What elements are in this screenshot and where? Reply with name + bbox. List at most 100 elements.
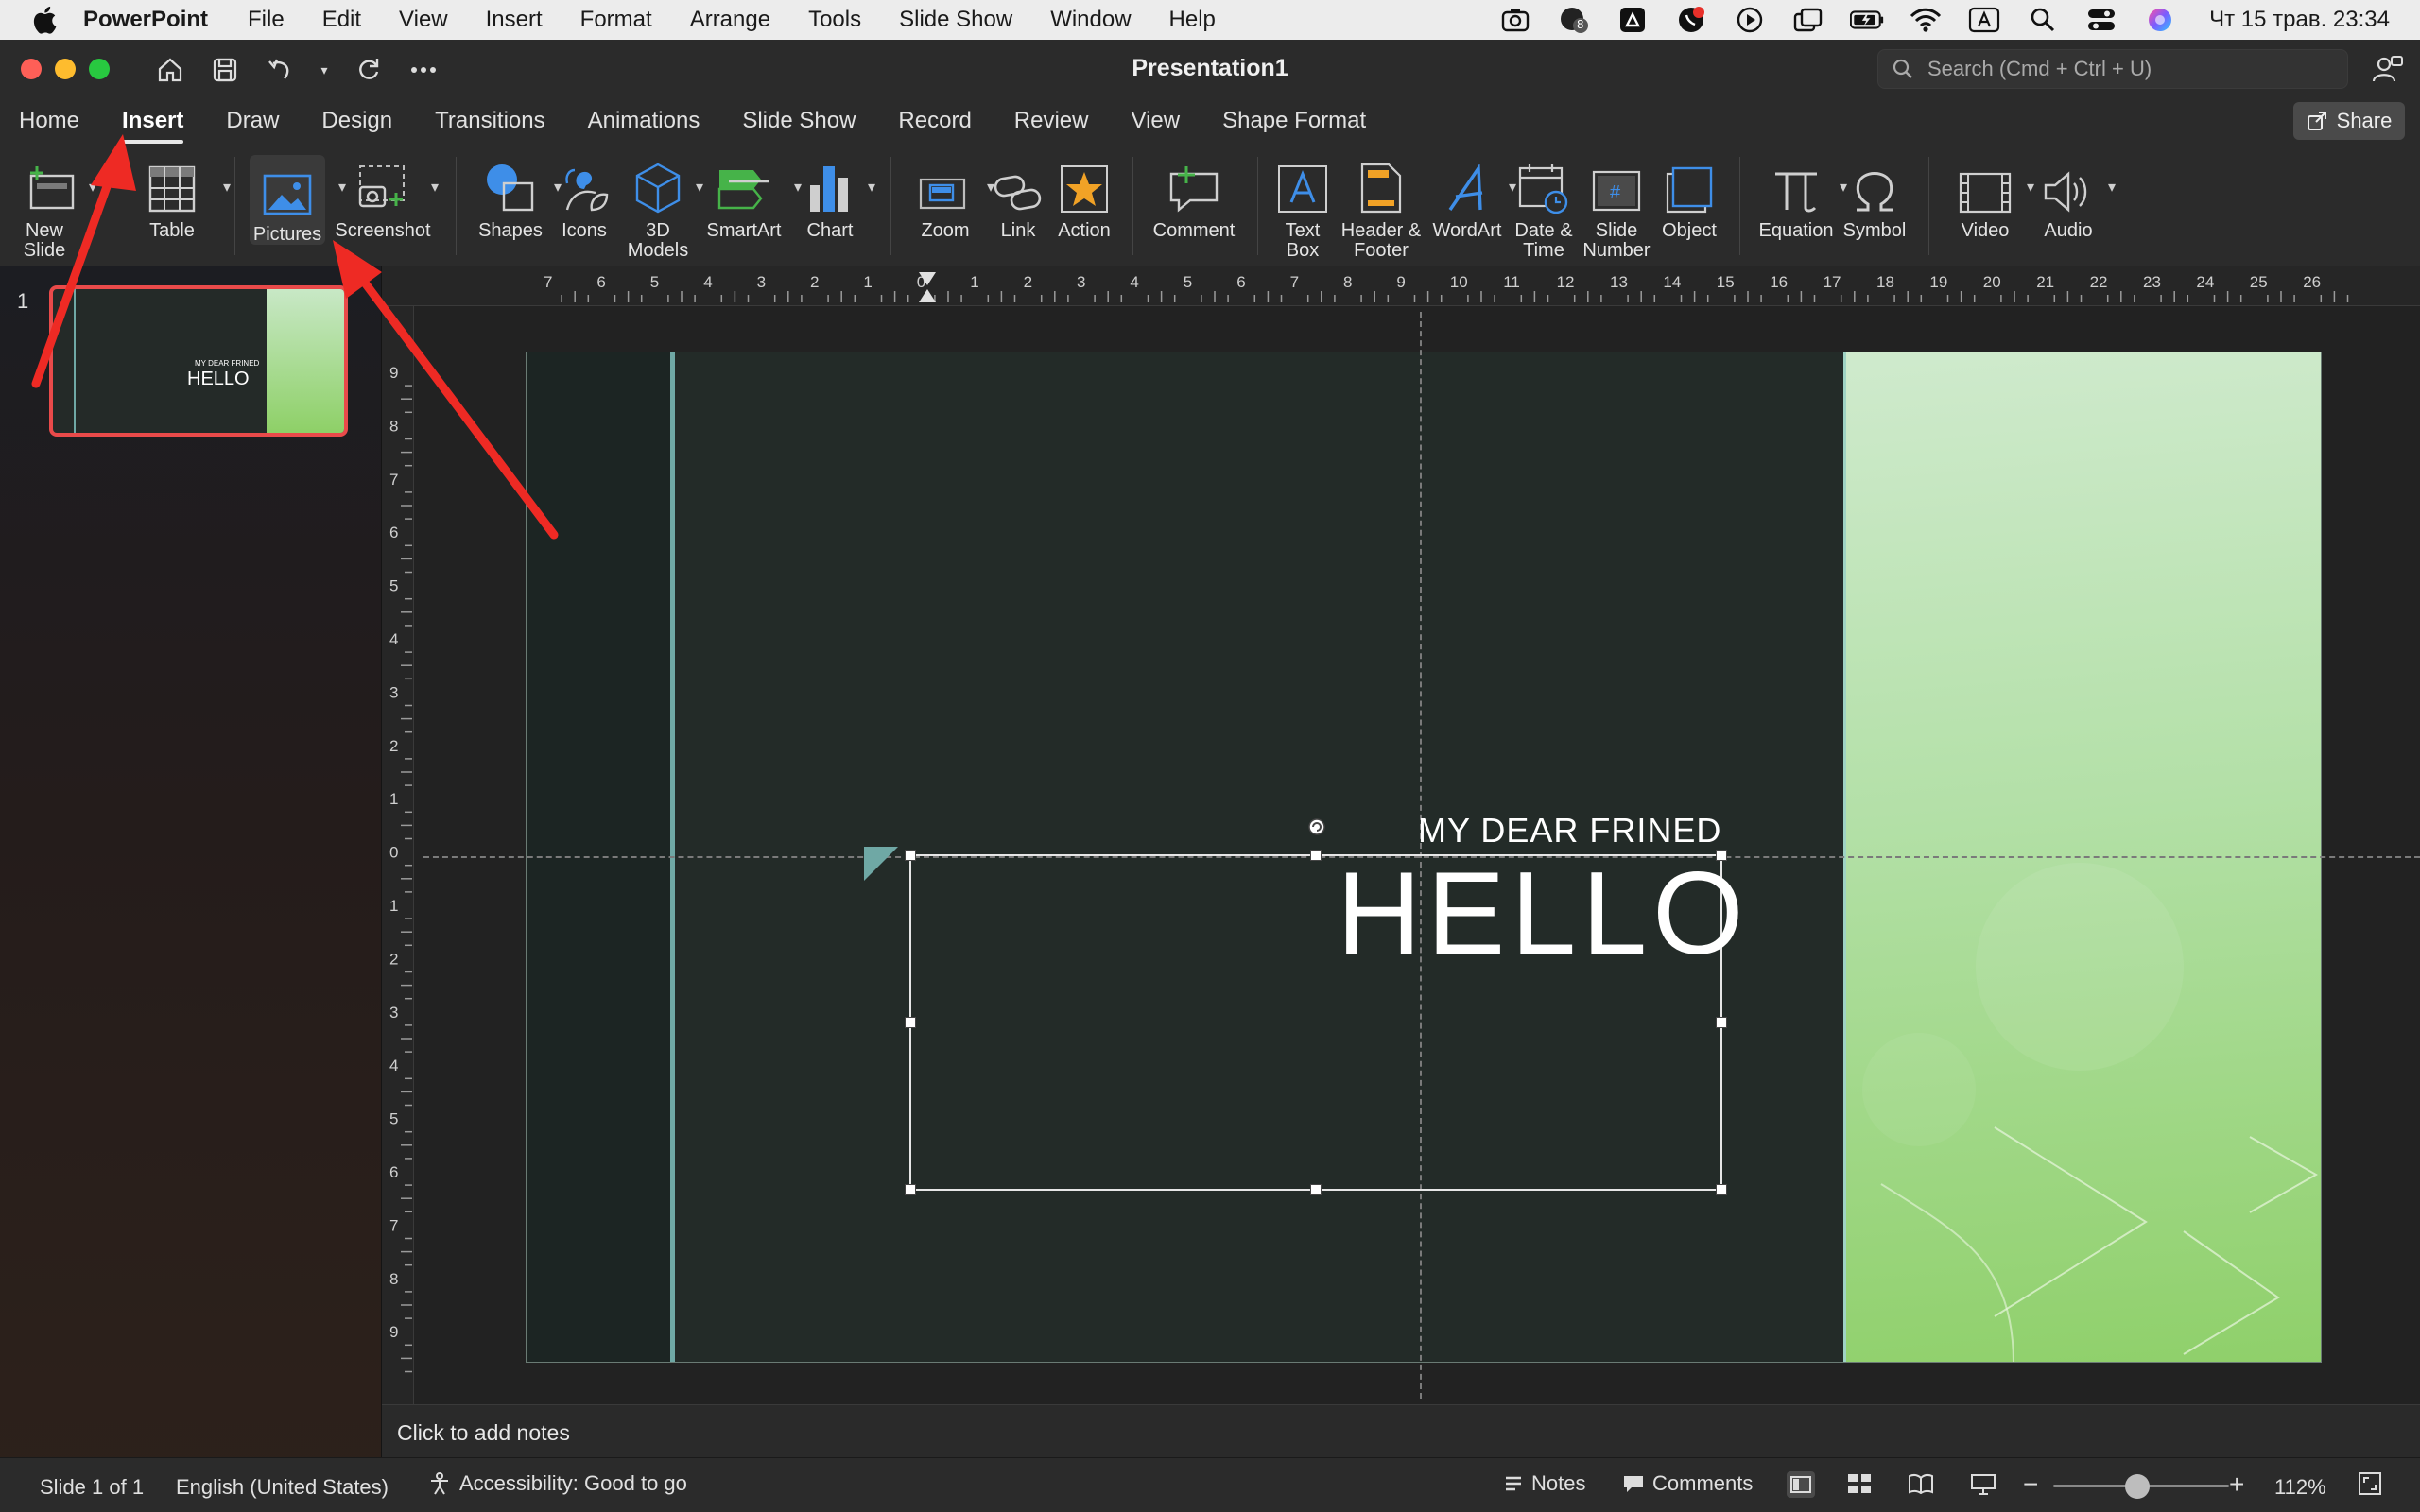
viber-icon[interactable] (1674, 6, 1708, 34)
menu-file[interactable]: File (248, 7, 285, 33)
input-source-icon[interactable] (1967, 6, 2001, 34)
symbol-button[interactable]: Symbol (1840, 155, 1910, 241)
siri-icon[interactable] (2143, 6, 2177, 34)
new-slide-button[interactable]: New Slide ▾ (17, 155, 96, 261)
zoom-button[interactable]: Zoom ▾ (908, 155, 994, 241)
equation-button[interactable]: Equation ▾ (1756, 155, 1847, 241)
resize-handle[interactable] (1310, 850, 1322, 861)
play-icon[interactable] (1733, 6, 1767, 34)
slideshow-icon[interactable] (1970, 1473, 1996, 1502)
menu-insert[interactable]: Insert (486, 7, 543, 33)
action-button[interactable]: Action (1055, 155, 1114, 241)
link-button[interactable]: Link (994, 155, 1042, 241)
wifi-icon[interactable] (1909, 6, 1943, 34)
table-button[interactable]: Table ▾ (134, 155, 231, 241)
resize-handle[interactable] (905, 1184, 916, 1195)
tab-view[interactable]: View (1132, 98, 1181, 144)
slide-title[interactable]: HELLO (1337, 852, 1750, 975)
menu-help[interactable]: Help (1169, 7, 1216, 33)
menu-window[interactable]: Window (1050, 7, 1131, 33)
spotlight-icon[interactable] (2026, 6, 2060, 34)
notification-badge-icon[interactable]: 8 (1557, 6, 1591, 34)
search-input[interactable]: Search (Cmd + Ctrl + U) (1877, 49, 2348, 89)
notes-toggle[interactable]: Notes (1503, 1471, 1585, 1496)
fit-to-window-icon[interactable] (2358, 1471, 2382, 1502)
collaborate-icon[interactable] (2371, 53, 2405, 87)
resize-handle[interactable] (905, 1017, 916, 1028)
text-box-button[interactable]: Text Box (1272, 155, 1333, 261)
more-icon[interactable] (406, 53, 441, 87)
menu-arrange[interactable]: Arrange (690, 7, 770, 33)
menu-view[interactable]: View (399, 7, 448, 33)
menu-format[interactable]: Format (580, 7, 652, 33)
tab-record[interactable]: Record (898, 98, 971, 144)
drive-icon[interactable] (1616, 6, 1650, 34)
3d-models-button[interactable]: 3D Models ▾ (620, 155, 703, 261)
date-time-button[interactable]: Date & Time (1511, 155, 1577, 261)
tab-insert[interactable]: Insert (122, 98, 184, 144)
resize-handle[interactable] (1716, 1017, 1727, 1028)
video-button[interactable]: Video ▾ (1947, 155, 2034, 241)
tab-transitions[interactable]: Transitions (435, 98, 544, 144)
object-button[interactable]: Object (1656, 155, 1722, 241)
apple-icon[interactable] (30, 3, 62, 37)
zoom-level[interactable]: 112% (2274, 1475, 2326, 1500)
slide-editor[interactable]: 7 6 5 4 3 2 1 0 1 2 3 4 5 6 7 8 9 10 11 12 13 14 15 16 17 18 19 20 2… (382, 266, 2420, 1404)
chart-button[interactable]: Chart ▾ (792, 155, 875, 241)
tab-home[interactable]: Home (19, 98, 79, 144)
reading-view-icon[interactable] (1908, 1473, 1934, 1500)
chevron-down-icon[interactable]: ▾ (2108, 178, 2116, 198)
share-button[interactable]: Share (2293, 102, 2405, 140)
accessibility-status[interactable]: Accessibility: Good to go (427, 1471, 687, 1496)
resize-handle[interactable] (1716, 1184, 1727, 1195)
screenshot-tool-icon[interactable] (1498, 6, 1532, 34)
horizontal-ruler[interactable]: 7 6 5 4 3 2 1 0 1 2 3 4 5 6 7 8 9 10 11 12 13 14 15 16 17 18 19 20 2… (382, 266, 2420, 306)
menu-app-name[interactable]: PowerPoint (83, 7, 208, 33)
menu-edit[interactable]: Edit (322, 7, 361, 33)
battery-icon[interactable] (1850, 6, 1884, 34)
chevron-down-icon[interactable]: ▾ (223, 178, 231, 198)
audio-button[interactable]: Audio ▾ (2032, 155, 2116, 241)
chevron-down-icon[interactable]: ▾ (868, 178, 875, 198)
save-icon[interactable] (208, 53, 242, 87)
wordart-button[interactable]: WordArt ▾ (1427, 155, 1516, 241)
slide-sorter-icon[interactable] (1847, 1473, 1872, 1500)
menu-slide-show[interactable]: Slide Show (899, 7, 1012, 33)
slide-thumbnail[interactable]: MY DEAR FRINED HELLO (49, 285, 348, 437)
shapes-button[interactable]: Shapes ▾ (473, 155, 562, 241)
undo-dropdown-icon[interactable]: ▾ (318, 53, 331, 87)
zoom-slider-thumb[interactable] (2125, 1474, 2150, 1499)
close-window-button[interactable] (21, 59, 42, 79)
rotate-handle-icon[interactable] (1306, 816, 1327, 837)
undo-icon[interactable] (263, 53, 297, 87)
zoom-in-button[interactable]: + (2229, 1469, 2244, 1500)
home-icon[interactable] (153, 53, 187, 87)
pictures-button[interactable]: Pictures ▾ (250, 155, 346, 245)
tab-review[interactable]: Review (1014, 98, 1089, 144)
resize-handle[interactable] (905, 850, 916, 861)
comments-toggle[interactable]: Comments (1622, 1471, 1753, 1496)
slide-number-button[interactable]: # Slide Number (1581, 155, 1652, 261)
tab-animations[interactable]: Animations (588, 98, 700, 144)
vertical-ruler[interactable]: 9 8 7 6 5 4 3 2 1 0 1 2 3 4 5 6 7 8 9 (382, 306, 414, 1404)
tab-draw[interactable]: Draw (226, 98, 279, 144)
tab-shape-format[interactable]: Shape Format (1222, 98, 1366, 144)
header-footer-button[interactable]: Header & Footer (1339, 155, 1424, 261)
slide-subtitle[interactable]: MY DEAR FRINED (1418, 811, 1721, 850)
chevron-down-icon[interactable]: ▾ (431, 178, 439, 198)
zoom-window-button[interactable] (89, 59, 110, 79)
windows-icon[interactable] (1791, 6, 1825, 34)
chevron-down-icon[interactable]: ▾ (89, 178, 96, 198)
redo-icon[interactable] (352, 53, 386, 87)
screenshot-button[interactable]: Screenshot ▾ (335, 155, 439, 241)
smartart-button[interactable]: SmartArt ▾ (700, 155, 802, 241)
icons-button[interactable]: Icons (558, 155, 611, 241)
resize-handle[interactable] (1310, 1184, 1322, 1195)
control-center-icon[interactable] (2084, 6, 2118, 34)
notes-pane[interactable]: Click to add notes (382, 1404, 2420, 1457)
language-indicator[interactable]: English (United States) (176, 1475, 389, 1500)
tab-design[interactable]: Design (321, 98, 392, 144)
clock[interactable]: Чт 15 трав. 23:34 (2209, 7, 2390, 33)
comment-button[interactable]: Comment (1150, 155, 1238, 241)
minimize-window-button[interactable] (55, 59, 76, 79)
